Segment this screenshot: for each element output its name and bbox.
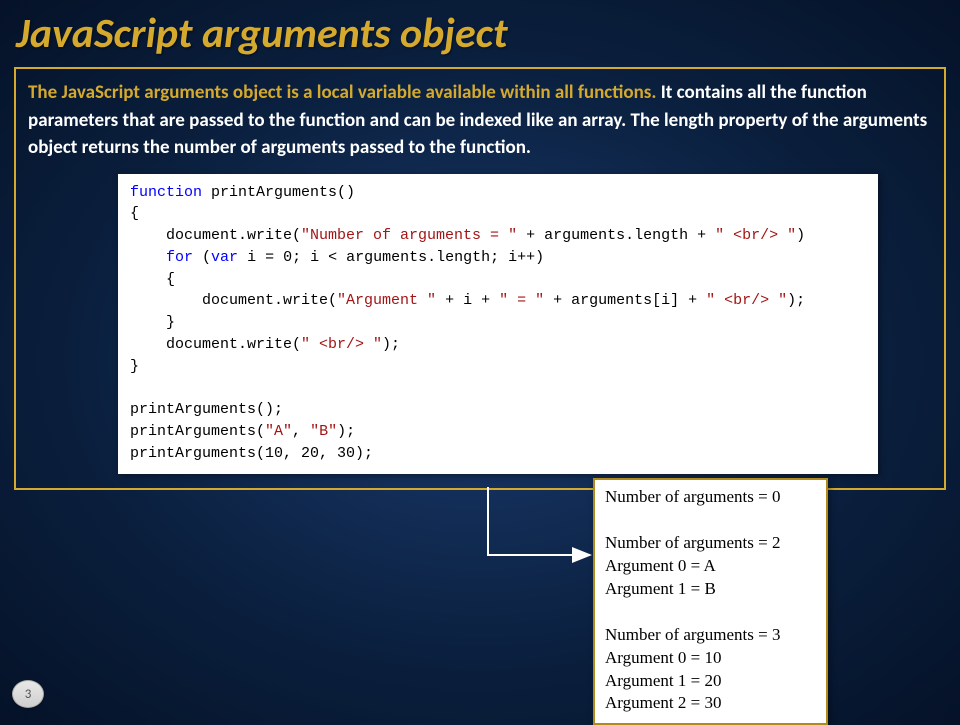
output-line: Argument 0 = A [605,555,816,578]
output-line: Number of arguments = 0 [605,486,816,509]
code-text: document.write( [130,336,301,353]
code-kw: function [130,184,202,201]
code-str: " <br/> " [301,336,382,353]
code-text: ); [337,423,355,440]
output-line [605,601,816,624]
output-line: Argument 2 = 30 [605,692,816,715]
code-kw: var [211,249,238,266]
arrow-icon [478,485,608,575]
code-str: "Argument " [337,292,436,309]
code-text: printArguments( [130,423,265,440]
content-box: The JavaScript arguments object is a loc… [14,67,946,490]
code-text: document.write( [130,227,301,244]
code-str: "B" [310,423,337,440]
output-line: Argument 1 = B [605,578,816,601]
output-box: Number of arguments = 0 Number of argume… [593,478,828,725]
output-line: Argument 0 = 10 [605,647,816,670]
code-text: { [130,271,175,288]
code-str: "A" [265,423,292,440]
code-text: ) [796,227,805,244]
output-line: Number of arguments = 2 [605,532,816,555]
code-text: { [130,205,139,222]
code-text: } [130,314,175,331]
code-str: " = " [499,292,544,309]
slide-number-badge: 3 [12,680,44,708]
code-str: " <br/> " [706,292,787,309]
code-text [130,249,166,266]
code-text: } [130,358,139,375]
code-text: document.write( [130,292,337,309]
code-text: , [292,423,310,440]
output-line: Number of arguments = 3 [605,624,816,647]
intro-paragraph: The JavaScript arguments object is a loc… [28,79,932,162]
code-text: printArguments(); [130,401,283,418]
output-line: Argument 1 = 20 [605,670,816,693]
code-text: printArguments(10, 20, 30); [130,445,373,462]
code-text: ); [382,336,400,353]
code-text: + arguments.length + [517,227,715,244]
code-text: ( [193,249,211,266]
code-text: i = 0; i < arguments.length; i++) [238,249,544,266]
code-str: "Number of arguments = " [301,227,517,244]
code-text: ); [787,292,805,309]
code-block: function printArguments() { document.wri… [118,174,878,475]
slide-title: JavaScript arguments object [0,0,960,63]
output-line [605,509,816,532]
code-text: + i + [436,292,499,309]
code-text: printArguments() [202,184,355,201]
code-str: " <br/> " [715,227,796,244]
code-kw: for [166,249,193,266]
code-text: + arguments[i] + [544,292,706,309]
intro-lead: The JavaScript arguments object is a loc… [28,81,656,104]
